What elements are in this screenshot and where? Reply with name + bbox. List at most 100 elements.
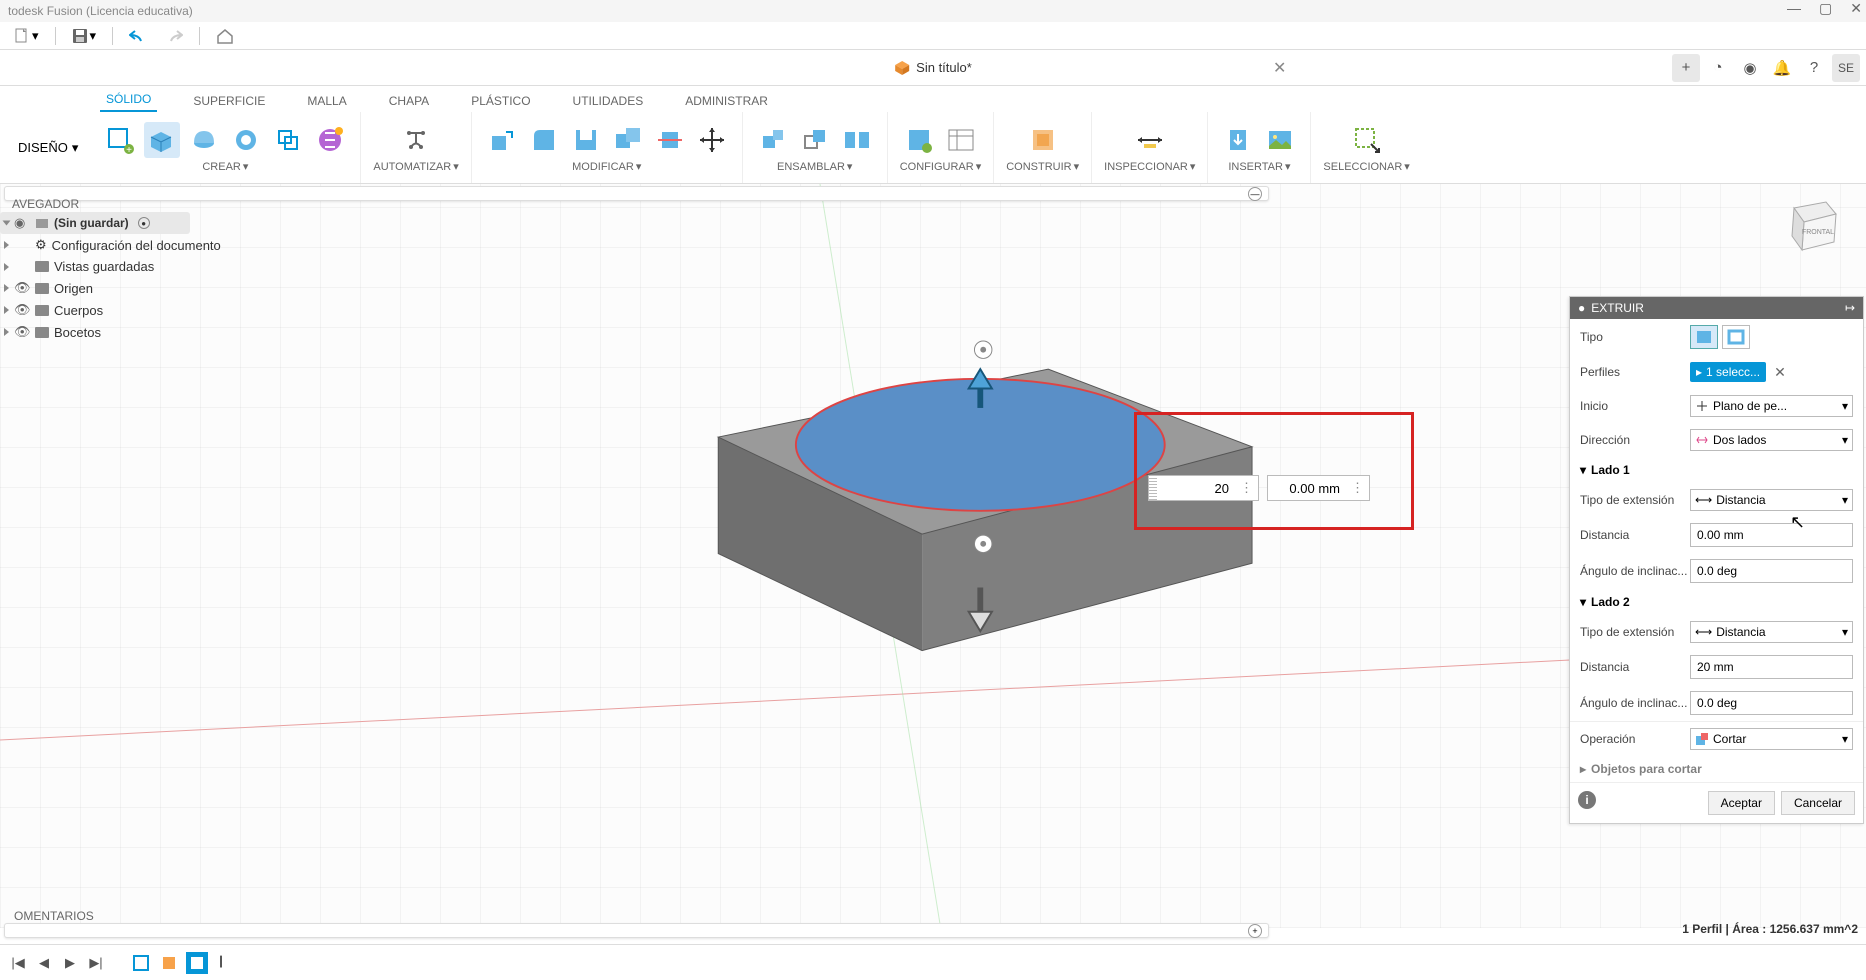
- ribbon-label-modificar[interactable]: MODIFICAR ▾: [572, 160, 641, 173]
- help-icon[interactable]: ?: [1800, 54, 1828, 82]
- ribbon-label-construir[interactable]: CONSTRUIR ▾: [1006, 160, 1079, 173]
- browser-root[interactable]: ◉ (Sin guardar) ●: [0, 212, 190, 234]
- accept-button[interactable]: Aceptar: [1708, 791, 1775, 815]
- sketch-icon[interactable]: +: [102, 122, 138, 158]
- type-thin-icon[interactable]: [1722, 325, 1750, 349]
- job-status-icon[interactable]: ◉: [1736, 54, 1764, 82]
- section-lado2[interactable]: ▾ Lado 2: [1570, 589, 1863, 615]
- ribbon-label-seleccionar[interactable]: SELECCIONAR ▾: [1323, 160, 1409, 173]
- feature-sketch-icon[interactable]: [130, 952, 152, 974]
- pin-icon[interactable]: ↦: [1845, 301, 1855, 315]
- clear-selection-icon[interactable]: ✕: [1770, 364, 1790, 381]
- joint-icon[interactable]: [797, 122, 833, 158]
- timeline-start-icon[interactable]: |◀: [8, 953, 28, 973]
- presspull-icon[interactable]: [484, 122, 520, 158]
- notifications-icon[interactable]: 🔔: [1768, 54, 1796, 82]
- rigid-icon[interactable]: [839, 122, 875, 158]
- move-icon[interactable]: [694, 122, 730, 158]
- timeline-marker-icon[interactable]: ▎: [214, 953, 234, 973]
- distance-field-2[interactable]: [1690, 655, 1853, 679]
- redo-icon[interactable]: [159, 27, 189, 45]
- ribbon-label-inspeccionar[interactable]: INSPECCIONAR ▾: [1104, 160, 1195, 173]
- inspect-icon[interactable]: [1132, 122, 1168, 158]
- type-solid-icon[interactable]: [1690, 325, 1718, 349]
- ribbon-label-configurar[interactable]: CONFIGURAR ▾: [900, 160, 981, 173]
- tab-plastico[interactable]: PLÁSTICO: [465, 90, 536, 112]
- loft-icon[interactable]: [270, 122, 306, 158]
- home-icon[interactable]: [210, 26, 240, 46]
- automate-icon[interactable]: [398, 122, 434, 158]
- section-lado1[interactable]: ▾ Lado 1: [1570, 457, 1863, 483]
- profile-chip[interactable]: ▸ 1 selecc...: [1690, 362, 1766, 382]
- split-icon[interactable]: [652, 122, 688, 158]
- options-icon[interactable]: ⋮: [1235, 480, 1258, 496]
- taper-field-2[interactable]: [1690, 691, 1853, 715]
- visibility-icon[interactable]: ◉: [14, 215, 30, 231]
- ribbon-label-automatizar[interactable]: AUTOMATIZAR ▾: [373, 160, 458, 173]
- tab-solido[interactable]: SÓLIDO: [100, 88, 157, 112]
- panel-title-bar[interactable]: ●EXTRUIR↦: [1570, 297, 1863, 319]
- fillet-icon[interactable]: [526, 122, 562, 158]
- undo-icon[interactable]: [123, 27, 153, 45]
- document-tab[interactable]: Sin título*: [882, 56, 984, 80]
- workspace-selector[interactable]: DISEÑO ▾: [6, 134, 90, 162]
- browser-item-config[interactable]: ⚙ Configuración del documento: [0, 234, 250, 256]
- insert-icon[interactable]: [1220, 122, 1256, 158]
- revolve-icon[interactable]: [186, 122, 222, 158]
- ribbon-label-ensamblar[interactable]: ENSAMBLAR ▾: [777, 160, 852, 173]
- cancel-button[interactable]: Cancelar: [1781, 791, 1855, 815]
- sweep-icon[interactable]: [228, 122, 264, 158]
- start-select[interactable]: Plano de pe...▾: [1690, 395, 1853, 417]
- tab-close-icon[interactable]: ✕: [1273, 58, 1286, 78]
- tab-utilidades[interactable]: UTILIDADES: [567, 90, 650, 112]
- new-file-icon[interactable]: ▾: [8, 26, 45, 46]
- browser-item-cuerpos[interactable]: 👁 Cuerpos: [0, 299, 250, 321]
- timeline-next-icon[interactable]: ▶|: [86, 953, 106, 973]
- configtable-icon[interactable]: [943, 122, 979, 158]
- feature-extrude-icon[interactable]: [158, 952, 180, 974]
- visibility-icon[interactable]: 👁: [14, 302, 30, 318]
- timeline-prev-icon[interactable]: ◀: [34, 953, 54, 973]
- feature-extrude2-icon[interactable]: [186, 952, 208, 974]
- ribbon-label-insertar[interactable]: INSERTAR ▾: [1228, 160, 1290, 173]
- inline-input-1[interactable]: ⋮: [1148, 475, 1259, 501]
- options-icon[interactable]: ⋮: [1346, 480, 1369, 496]
- browser-item-origen[interactable]: 👁 Origen: [0, 277, 250, 299]
- visibility-icon[interactable]: 👁: [14, 280, 30, 296]
- tab-superficie[interactable]: SUPERFICIE: [187, 90, 271, 112]
- extent-select-2[interactable]: ⟷Distancia▾: [1690, 621, 1853, 643]
- tab-chapa[interactable]: CHAPA: [383, 90, 435, 112]
- assemble-icon[interactable]: [755, 122, 791, 158]
- operation-select[interactable]: Cortar▾: [1690, 728, 1853, 750]
- extent-select-1[interactable]: ⟷Distancia▾: [1690, 489, 1853, 511]
- close-icon[interactable]: ✕: [1850, 0, 1862, 17]
- info-icon[interactable]: i: [1578, 791, 1596, 809]
- minimize-icon[interactable]: —: [1787, 0, 1801, 17]
- select-icon[interactable]: [1349, 122, 1385, 158]
- section-objetos[interactable]: ▸ Objetos para cortar: [1570, 756, 1863, 782]
- configure-icon[interactable]: [901, 122, 937, 158]
- inline-input-2[interactable]: ⋮: [1267, 475, 1370, 501]
- tab-malla[interactable]: MALLA: [301, 90, 352, 112]
- extrude-icon[interactable]: [144, 122, 180, 158]
- browser-item-bocetos[interactable]: 👁 Bocetos: [0, 321, 250, 343]
- distance-input-1[interactable]: [1157, 481, 1235, 496]
- timeline-play-icon[interactable]: ▶: [60, 953, 80, 973]
- taper-field-1[interactable]: [1690, 559, 1853, 583]
- save-icon[interactable]: ▾: [66, 26, 103, 46]
- image-icon[interactable]: [1262, 122, 1298, 158]
- shell-icon[interactable]: [568, 122, 604, 158]
- extensions-icon[interactable]: ◔: [1704, 54, 1732, 82]
- viewcube[interactable]: FRONTAL: [1774, 196, 1844, 256]
- combine-icon[interactable]: [610, 122, 646, 158]
- browser-item-vistas[interactable]: Vistas guardadas: [0, 256, 250, 277]
- direction-select[interactable]: Dos lados▾: [1690, 429, 1853, 451]
- user-avatar[interactable]: SE: [1832, 54, 1860, 82]
- distance-input-2[interactable]: [1268, 481, 1346, 496]
- construct-icon[interactable]: [1025, 122, 1061, 158]
- new-tab-button[interactable]: +: [1672, 54, 1700, 82]
- maximize-icon[interactable]: ▢: [1819, 0, 1832, 17]
- tab-administrar[interactable]: ADMINISTRAR: [679, 90, 774, 112]
- box-icon[interactable]: [312, 122, 348, 158]
- distance-field-1[interactable]: [1690, 523, 1853, 547]
